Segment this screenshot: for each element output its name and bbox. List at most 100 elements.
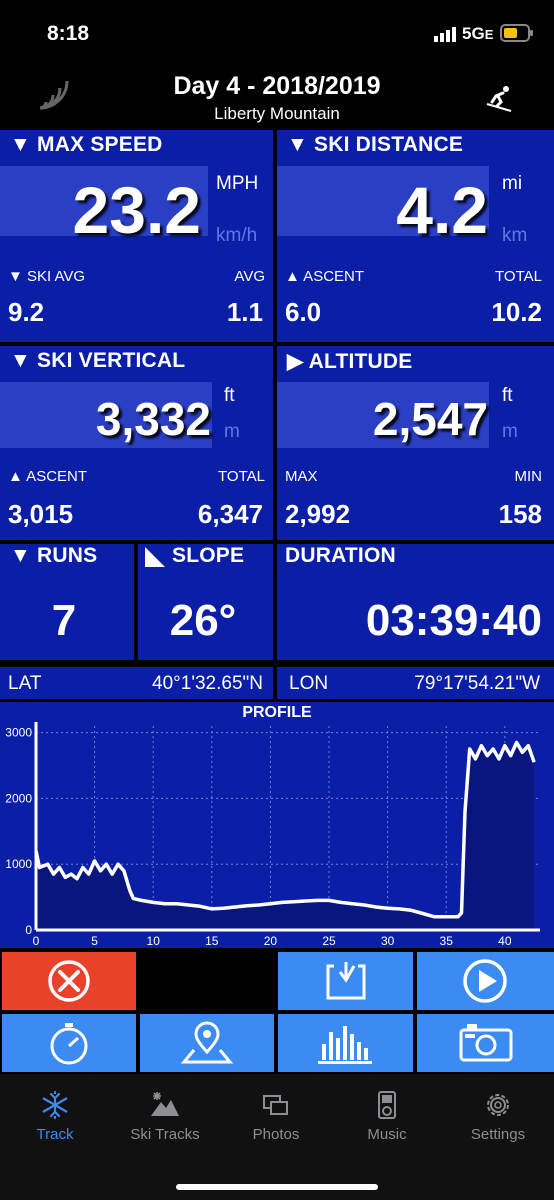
snowflake-icon [42,1090,68,1120]
close-button[interactable] [2,952,136,1010]
distance-ascent-label: ▲ ASCENT [285,268,365,285]
vertical-ascent-label: ▲ ASCENT [8,468,88,485]
close-icon [48,960,90,1002]
ski-vertical-value: 3,332 [95,393,211,445]
lon-value: 79°17'54.21"W [414,673,540,694]
max-speed-panel[interactable]: ▼ MAX SPEED 23.2 MPH km/h ▼ SKI AVG AVG … [0,130,273,342]
vertical-ascent-value: 3,015 [8,499,74,529]
duration-panel[interactable]: DURATION 03:39:40 [277,544,554,660]
ski-distance-unit-alt: km [502,225,528,246]
x-tick-label: 30 [381,934,395,948]
signal-icon [434,26,458,47]
vertical-total-label: TOTAL [218,468,265,485]
play-button[interactable] [417,952,554,1010]
x-tick-label: 25 [322,934,336,948]
tab-settings-label: Settings [470,1126,526,1143]
empty-slot [140,952,274,1010]
tab-track[interactable]: Track [0,1090,110,1143]
distance-total-label: TOTAL [495,268,542,285]
altitude-unit-alt: m [502,421,518,442]
x-tick-label: 10 [147,934,161,948]
avg-label: AVG [234,268,265,285]
map-button[interactable] [140,1014,274,1072]
tab-photos-label: Photos [252,1126,300,1143]
altitude-max-value: 2,992 [285,499,351,529]
vertical-total-value: 6,347 [197,499,263,529]
runs-panel[interactable]: ▼ RUNS 7 [0,544,134,660]
altitude-label: ▶ ALTITUDE [287,350,413,373]
max-speed-unit-alt: km/h [216,225,258,246]
camera-button[interactable] [417,1014,554,1072]
camera-icon [459,1024,513,1062]
avg-value: 1.1 [226,297,263,327]
lon-label: LON [289,673,329,694]
max-speed-unit: MPH [216,173,259,194]
page-title: Day 4 - 2018/2019 [173,72,381,100]
tab-settings[interactable]: Settings [443,1090,553,1143]
x-tick-label: 40 [498,934,512,948]
ski-vertical-unit: ft [224,385,235,406]
runs-value: 7 [51,596,77,645]
slope-panel[interactable]: SLOPE 26° [138,544,273,660]
save-icon [326,962,366,1000]
x-tick-label: 5 [91,934,98,948]
y-tick-label: 2000 [5,791,32,805]
profile-chart-svg: 0 5 10 15 20 25 30 35 40 0 1000 2000 3000 [5,722,540,948]
altitude-unit: ft [502,385,513,406]
gear-icon [487,1094,509,1116]
stats-button[interactable] [278,1014,413,1072]
ski-distance-label: ▼ SKI DISTANCE [287,133,464,156]
altitude-max-label: MAX [285,468,318,485]
ski-distance-value: 4.2 [396,173,488,247]
ski-avg-value: 9.2 [8,297,45,327]
distance-ascent-value: 6.0 [285,297,322,327]
ski-vertical-unit-alt: m [224,421,240,442]
altitude-panel[interactable]: ▶ ALTITUDE 2,547 ft m MAX MIN 2,992 158 [277,346,554,540]
altitude-min-label: MIN [514,468,543,485]
photos-icon [263,1095,288,1115]
ski-vertical-label: ▼ SKI VERTICAL [10,349,186,372]
network-label: 5GE [462,24,494,43]
status-time: 8:18 [47,22,90,45]
x-tick-label: 15 [205,934,219,948]
tab-ski-tracks-label: Ski Tracks [130,1126,200,1143]
altitude-value: 2,547 [372,393,488,445]
runs-label: ▼ RUNS [10,544,98,567]
ipod-icon [378,1091,396,1119]
lon-row: LON 79°17'54.21"W [277,667,554,699]
tab-music[interactable]: Music [332,1090,442,1143]
ski-vertical-panel[interactable]: ▼ SKI VERTICAL 3,332 ft m ▲ ASCENT TOTAL… [0,346,273,540]
x-tick-label: 20 [264,934,278,948]
save-button[interactable] [278,952,413,1010]
profile-chart: PROFILE 0 5 10 15 20 25 30 35 40 0 1000 2000 3000 [0,702,554,948]
map-pin-icon [180,1021,234,1064]
lat-label: LAT [8,673,42,694]
tab-track-label: Track [36,1126,74,1143]
lat-value: 40°1'32.65"N [152,673,263,694]
ski-distance-unit: mi [502,173,523,194]
max-speed-label: ▼ MAX SPEED [10,133,163,156]
x-tick-label: 35 [440,934,454,948]
max-speed-value: 23.2 [72,173,201,247]
ski-distance-panel[interactable]: ▼ SKI DISTANCE 4.2 mi km ▲ ASCENT TOTAL … [277,130,554,342]
slope-value: 26° [169,596,237,645]
home-indicator [176,1184,378,1190]
x-tick-label: 0 [33,934,40,948]
y-tick-label: 0 [25,923,32,937]
distance-total-value: 10.2 [491,297,542,327]
lat-row: LAT 40°1'32.65"N [0,667,273,699]
mountain-icon [151,1092,179,1116]
slope-icon [145,547,165,567]
skier-icon[interactable] [484,84,514,119]
tab-music-label: Music [367,1126,407,1143]
stopwatch-icon [50,1023,88,1065]
tab-ski-tracks[interactable]: Ski Tracks [110,1090,220,1143]
page-subtitle: Liberty Mountain [214,104,340,123]
ski-avg-label: ▼ SKI AVG [8,268,86,285]
altitude-min-value: 158 [498,499,542,529]
y-tick-label: 3000 [5,726,32,740]
status-bar: 8:18 5GE [0,0,554,70]
stopwatch-button[interactable] [2,1014,136,1072]
tab-photos[interactable]: Photos [221,1090,331,1143]
battery-icon [500,24,534,47]
